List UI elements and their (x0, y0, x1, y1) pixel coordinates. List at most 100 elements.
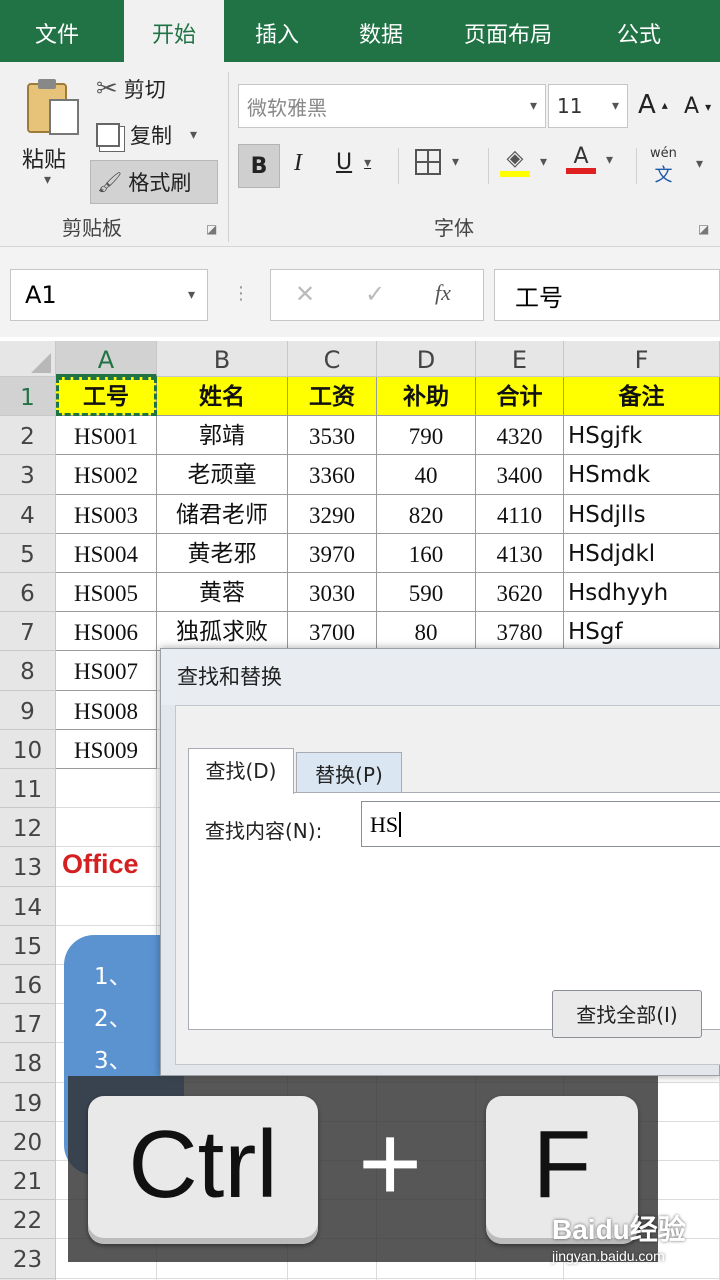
cell[interactable]: HS004 (56, 533, 157, 573)
cell[interactable]: 黄老邪 (157, 533, 288, 573)
italic-button[interactable]: I (294, 150, 302, 177)
row-header[interactable]: 3 (0, 455, 56, 495)
row-header[interactable]: 19 (0, 1082, 56, 1122)
borders-button[interactable]: ▾ (414, 148, 459, 176)
row-header[interactable]: 16 (0, 965, 56, 1005)
cell[interactable]: 储君老师 (157, 494, 288, 534)
row-header[interactable]: 5 (0, 533, 56, 573)
row-header[interactable]: 23 (0, 1239, 56, 1279)
cell[interactable]: 老顽童 (157, 455, 288, 495)
column-header[interactable]: F (564, 341, 720, 377)
cell[interactable]: 3360 (288, 455, 377, 495)
tab-page-layout[interactable]: 页面布局 (448, 0, 568, 62)
row-header[interactable]: 14 (0, 886, 56, 926)
row-header[interactable]: 21 (0, 1161, 56, 1201)
row-header[interactable]: 9 (0, 690, 56, 730)
tab-file[interactable]: 文件 (12, 0, 102, 62)
cancel-icon[interactable]: ✕ (295, 280, 315, 308)
cell[interactable]: 3400 (476, 455, 564, 495)
cell[interactable]: HS003 (56, 494, 157, 534)
row-header[interactable]: 6 (0, 573, 56, 613)
row-header[interactable]: 20 (0, 1121, 56, 1161)
cell[interactable]: HSdjlls (564, 494, 720, 534)
cell[interactable]: 3530 (288, 416, 377, 456)
cell[interactable]: 820 (377, 494, 476, 534)
column-header[interactable]: B (157, 341, 288, 377)
cell[interactable]: 590 (377, 573, 476, 613)
drag-handle-icon[interactable]: ⋮ (232, 283, 250, 304)
cell[interactable]: 黄蓉 (157, 573, 288, 613)
cell[interactable]: 3970 (288, 533, 377, 573)
formula-input[interactable]: 工号 (494, 269, 720, 321)
tab-replace[interactable]: 替换(P) (296, 752, 402, 796)
cell[interactable]: HS007 (56, 651, 157, 691)
cell[interactable]: HS008 (56, 690, 157, 730)
cell[interactable]: 3780 (476, 612, 564, 652)
row-header[interactable]: 22 (0, 1200, 56, 1240)
cell[interactable]: HS001 (56, 416, 157, 456)
tab-insert[interactable]: 插入 (234, 0, 320, 62)
find-what-input[interactable]: HS (361, 801, 720, 847)
column-header[interactable]: A (56, 341, 157, 377)
cell[interactable]: Hsdhyyh (564, 573, 720, 613)
cell[interactable]: 独孤求败 (157, 612, 288, 652)
row-header[interactable]: 11 (0, 769, 56, 809)
cell[interactable]: 80 (377, 612, 476, 652)
font-size-dropdown[interactable]: 11 ▾ (548, 84, 628, 128)
row-header[interactable]: 13 (0, 847, 56, 887)
underline-button[interactable]: U ▾ (336, 150, 371, 175)
row-header[interactable]: 2 (0, 416, 56, 456)
chevron-down-icon[interactable]: ▾ (44, 172, 51, 188)
format-painter-button[interactable]: 🖌 格式刷 (90, 160, 218, 204)
cell[interactable]: 790 (377, 416, 476, 456)
fill-color-button[interactable]: ◈ ▾ (500, 146, 547, 177)
tab-formulas[interactable]: 公式 (596, 0, 682, 62)
row-header[interactable]: 18 (0, 1043, 56, 1083)
cell[interactable]: 合计 (476, 377, 564, 417)
find-all-button[interactable]: 查找全部(I) (552, 990, 702, 1038)
cell[interactable]: HS006 (56, 612, 157, 652)
cell[interactable]: 160 (377, 533, 476, 573)
name-box[interactable]: A1 ▾ (10, 269, 208, 321)
row-header[interactable]: 17 (0, 1004, 56, 1044)
row-header[interactable]: 7 (0, 612, 56, 652)
cell[interactable]: 3290 (288, 494, 377, 534)
font-name-dropdown[interactable]: 微软雅黑 ▾ (238, 84, 546, 128)
column-header[interactable]: E (476, 341, 564, 377)
shrink-font-button[interactable]: A ▾ (684, 94, 711, 119)
phonetic-button[interactable]: wén 文 (650, 146, 677, 187)
cell[interactable]: 4110 (476, 494, 564, 534)
cell[interactable]: HSmdk (564, 455, 720, 495)
column-header[interactable]: C (288, 341, 377, 377)
select-all-corner[interactable] (0, 341, 56, 377)
paste-button[interactable]: 粘贴 ▾ (18, 76, 86, 196)
cell[interactable]: HSgf (564, 612, 720, 652)
cell[interactable]: 3030 (288, 573, 377, 613)
cell[interactable]: 40 (377, 455, 476, 495)
chevron-down-icon[interactable]: ▾ (696, 156, 703, 172)
cell[interactable]: HSgjfk (564, 416, 720, 456)
cell[interactable]: 姓名 (157, 377, 288, 417)
font-color-button[interactable]: A ▾ (566, 146, 613, 174)
active-cell[interactable]: 工号 (56, 377, 157, 417)
dialog-launcher-icon[interactable]: ◪ (698, 222, 709, 236)
cell[interactable]: 4320 (476, 416, 564, 456)
cell[interactable]: HSdjdkl (564, 533, 720, 573)
cell[interactable]: HS005 (56, 573, 157, 613)
copy-button[interactable]: 复制 ▾ (96, 120, 197, 150)
column-header[interactable]: D (377, 341, 476, 377)
chevron-down-icon[interactable]: ▾ (190, 127, 197, 143)
cut-button[interactable]: ✂ 剪切 (96, 74, 166, 104)
row-header[interactable]: 12 (0, 808, 56, 848)
row-header[interactable]: 15 (0, 925, 56, 965)
cell[interactable]: 备注 (564, 377, 720, 417)
cell[interactable]: 3700 (288, 612, 377, 652)
cell[interactable]: HS002 (56, 455, 157, 495)
tab-find[interactable]: 查找(D) (188, 748, 294, 794)
insert-function-icon[interactable]: fx (435, 280, 451, 306)
cell[interactable]: 3620 (476, 573, 564, 613)
row-header[interactable]: 10 (0, 729, 56, 769)
cell[interactable]: 郭靖 (157, 416, 288, 456)
bold-button[interactable]: B (238, 144, 280, 188)
confirm-icon[interactable]: ✓ (365, 280, 385, 308)
